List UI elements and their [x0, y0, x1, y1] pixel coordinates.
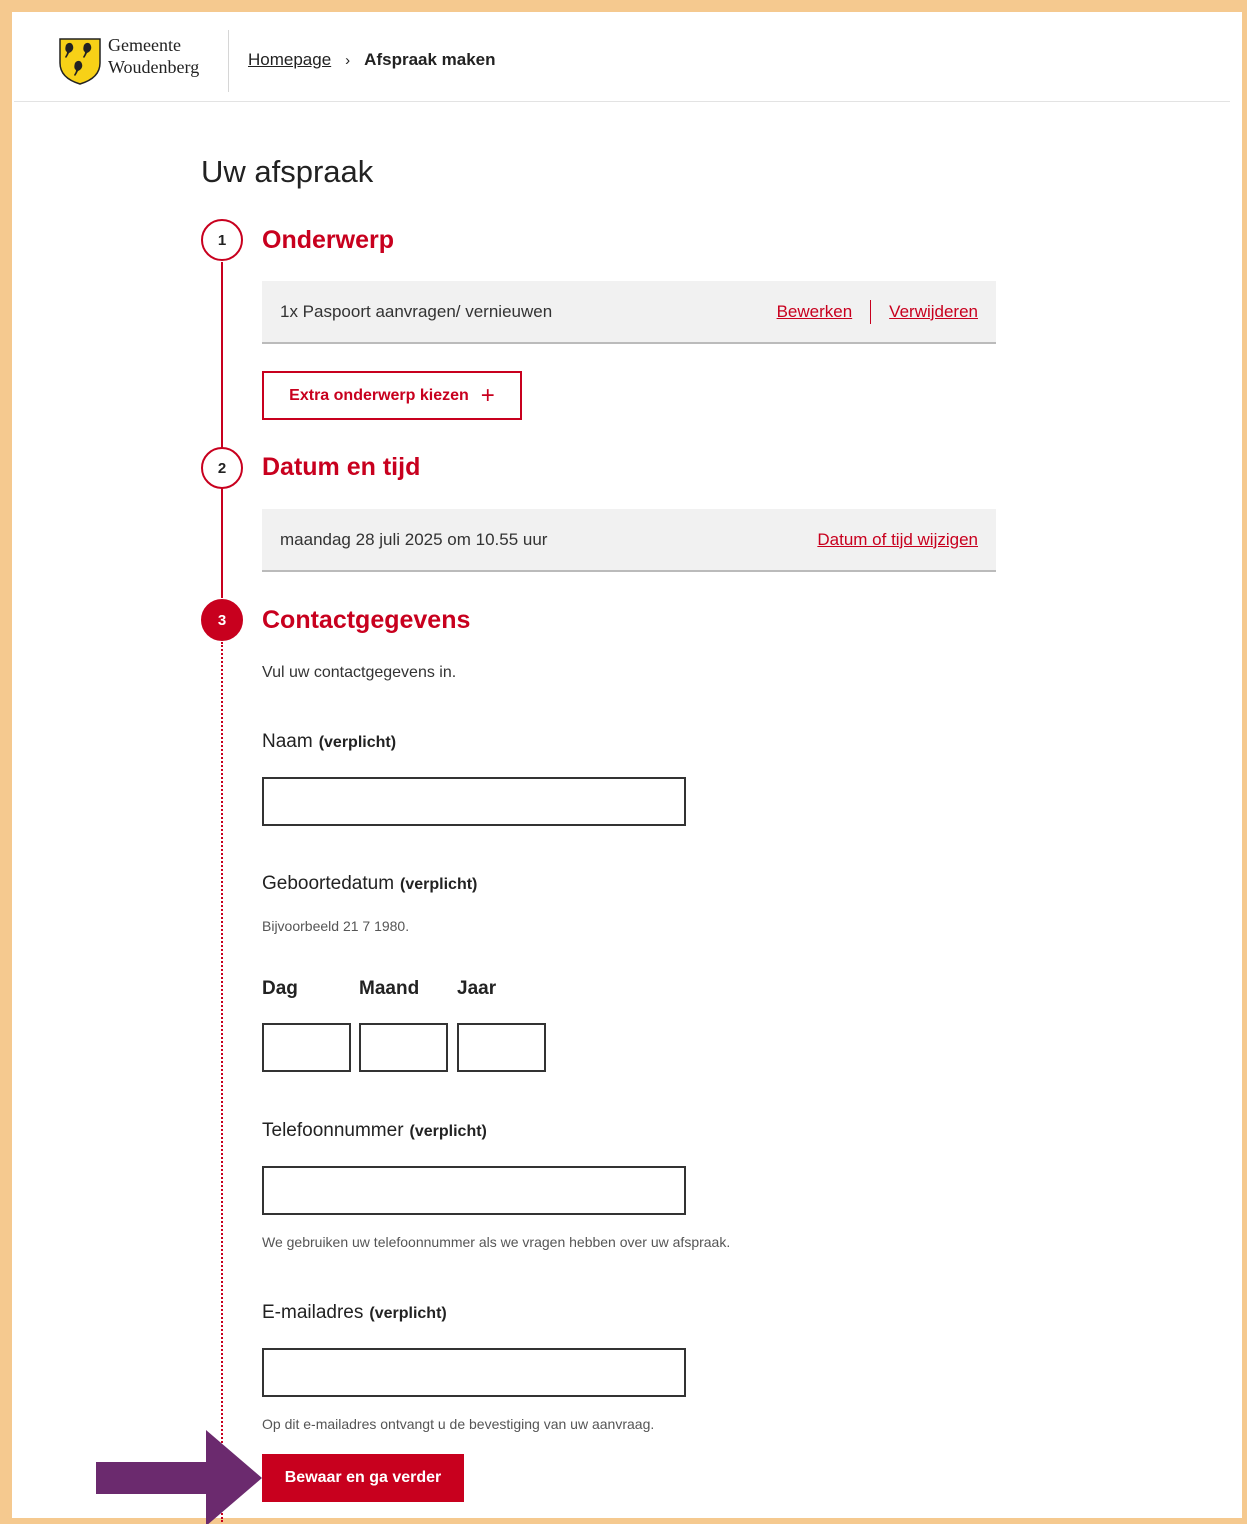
- logo-line-1: Gemeente: [108, 35, 181, 55]
- header-divider: [228, 30, 229, 92]
- birthdate-label-text: Geboortedatum: [262, 873, 395, 894]
- annotation-arrow-icon: [96, 1430, 262, 1524]
- email-label: E-mailadres (verplicht): [262, 1302, 447, 1324]
- breadcrumb-home-link[interactable]: Homepage: [248, 50, 331, 70]
- save-and-continue-button[interactable]: Bewaar en ga verder: [262, 1454, 464, 1502]
- step-3-title: Contactgegevens: [262, 606, 471, 634]
- name-input[interactable]: [262, 777, 686, 826]
- phone-label: Telefoonnummer (verplicht): [262, 1120, 487, 1142]
- add-extra-subject-button[interactable]: Extra onderwerp kiezen +: [262, 371, 522, 420]
- step-1-summary: 1x Paspoort aanvragen/ vernieuwen Bewerk…: [262, 281, 996, 344]
- month-input[interactable]: [359, 1023, 448, 1072]
- step-2-title: Datum en tijd: [262, 453, 421, 481]
- phone-label-text: Telefoonnummer: [262, 1120, 404, 1141]
- name-label: Naam (verplicht): [262, 731, 396, 753]
- page-title: Uw afspraak: [201, 154, 374, 189]
- selected-subject: 1x Paspoort aanvragen/ vernieuwen: [280, 301, 553, 321]
- site-header: Gemeente Woudenberg Homepage › Afspraak …: [14, 14, 1230, 102]
- email-input[interactable]: [262, 1348, 686, 1397]
- birthdate-label: Geboortedatum (verplicht): [262, 873, 477, 895]
- step-connector-completed: [221, 262, 223, 598]
- name-required: (verplicht): [318, 734, 397, 751]
- link-separator: [870, 299, 872, 324]
- breadcrumb: Homepage › Afspraak maken: [248, 50, 496, 70]
- change-datetime-link[interactable]: Datum of tijd wijzigen: [817, 530, 978, 550]
- month-label: Maand: [359, 978, 420, 999]
- edit-subject-link[interactable]: Bewerken: [777, 302, 853, 322]
- phone-hint: We gebruiken uw telefoonnummer als we vr…: [262, 1234, 731, 1250]
- selected-datetime: maandag 28 juli 2025 om 10.55 uur: [280, 529, 548, 549]
- add-extra-subject-label: Extra onderwerp kiezen: [289, 386, 469, 404]
- breadcrumb-chevron-icon: ›: [345, 51, 351, 69]
- day-input[interactable]: [262, 1023, 351, 1072]
- birthdate-required: (verplicht): [400, 876, 478, 893]
- step-3-number: 3: [201, 599, 243, 641]
- municipality-logo[interactable]: Gemeente Woudenberg: [58, 34, 218, 86]
- name-label-text: Naam: [262, 731, 313, 752]
- plus-icon: +: [480, 381, 495, 409]
- birthdate-hint: Bijvoorbeeld 21 7 1980.: [262, 918, 410, 934]
- phone-required: (verplicht): [409, 1123, 487, 1140]
- logo-shield-icon: [59, 38, 101, 85]
- step-2-summary: maandag 28 juli 2025 om 10.55 uur Datum …: [262, 509, 996, 572]
- step-2-number: 2: [201, 447, 243, 489]
- step-1-number: 1: [201, 219, 243, 261]
- page-frame: [12, 12, 1242, 1518]
- email-required: (verplicht): [369, 1305, 447, 1322]
- phone-input[interactable]: [262, 1166, 686, 1215]
- delete-subject-link[interactable]: Verwijderen: [889, 302, 978, 322]
- logo-text: Gemeente Woudenberg: [108, 34, 199, 78]
- year-input[interactable]: [457, 1023, 546, 1072]
- email-label-text: E-mailadres: [262, 1302, 364, 1323]
- step-1-title: Onderwerp: [262, 226, 394, 254]
- year-label: Jaar: [457, 978, 497, 999]
- logo-line-2: Woudenberg: [108, 57, 200, 77]
- breadcrumb-current: Afspraak maken: [364, 50, 496, 69]
- day-label: Dag: [262, 978, 298, 999]
- step-connector-pending: [221, 642, 223, 1522]
- email-hint: Op dit e-mailadres ontvangt u de bevesti…: [262, 1416, 655, 1432]
- contact-intro: Vul uw contactgegevens in.: [262, 664, 457, 681]
